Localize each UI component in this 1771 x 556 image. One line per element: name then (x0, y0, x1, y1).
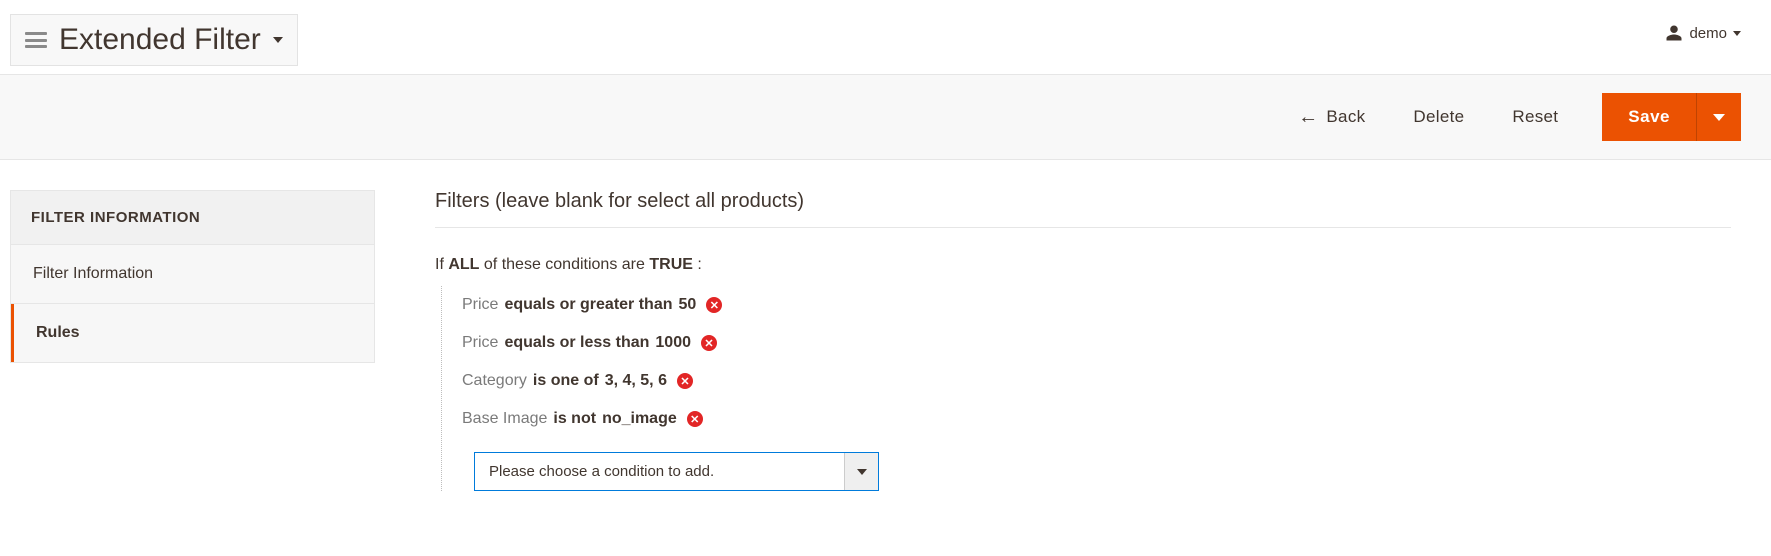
hamburger-icon (25, 32, 47, 48)
remove-condition-icon[interactable]: ✕ (677, 373, 693, 389)
reset-button[interactable]: Reset (1508, 99, 1562, 135)
section-title: Filters (leave blank for select all prod… (435, 190, 1731, 228)
remove-condition-icon[interactable]: ✕ (687, 411, 703, 427)
side-nav-label: Filter Information (33, 265, 153, 282)
condition-root: If ALL of these conditions are TRUE : (435, 256, 1731, 274)
condition-value[interactable]: 50 (679, 296, 697, 314)
add-condition-select[interactable]: Please choose a condition to add. (474, 452, 879, 491)
condition-attribute[interactable]: Price (462, 334, 498, 352)
arrow-left-icon: ← (1298, 107, 1318, 127)
user-icon (1665, 24, 1683, 42)
condition-attribute[interactable]: Category (462, 372, 527, 390)
caret-down-icon (273, 37, 283, 43)
condition-row: Base Image is not no_image ✕ (462, 400, 1731, 438)
page-title-dropdown[interactable]: Extended Filter (10, 14, 298, 66)
condition-operator[interactable]: is not (553, 410, 596, 428)
select-dropdown-button[interactable] (844, 453, 878, 490)
condition-row: Price equals or greater than 50 ✕ (462, 286, 1731, 324)
add-condition-placeholder: Please choose a condition to add. (475, 453, 844, 490)
triangle-down-icon (857, 469, 867, 475)
condition-operator[interactable]: equals or less than (504, 334, 649, 352)
side-nav-label: Rules (36, 324, 80, 341)
save-button[interactable]: Save (1602, 93, 1696, 141)
condition-attribute[interactable]: Base Image (462, 410, 547, 428)
caret-down-icon (1733, 31, 1741, 36)
aggregator-link[interactable]: ALL (448, 256, 479, 273)
condition-tree: Price equals or greater than 50 ✕ Price … (441, 286, 1731, 491)
condition-row: Category is one of 3, 4, 5, 6 ✕ (462, 362, 1731, 400)
condition-operator[interactable]: is one of (533, 372, 599, 390)
side-nav: FILTER INFORMATION Filter Information Ru… (10, 190, 375, 363)
condition-value[interactable]: 3, 4, 5, 6 (605, 372, 667, 390)
condition-attribute[interactable]: Price (462, 296, 498, 314)
side-nav-filter-information[interactable]: Filter Information (11, 245, 374, 304)
main-panel: Filters (leave blank for select all prod… (435, 190, 1761, 491)
remove-condition-icon[interactable]: ✕ (701, 335, 717, 351)
account-menu[interactable]: demo (1665, 24, 1741, 42)
condition-operator[interactable]: equals or greater than (504, 296, 672, 314)
save-dropdown-button[interactable] (1696, 93, 1741, 141)
condition-row: Price equals or less than 1000 ✕ (462, 324, 1731, 362)
value-bool-link[interactable]: TRUE (649, 256, 693, 273)
back-button[interactable]: ← Back (1294, 99, 1369, 135)
delete-button[interactable]: Delete (1409, 99, 1468, 135)
account-name: demo (1689, 25, 1727, 42)
remove-condition-icon[interactable]: ✕ (706, 297, 722, 313)
condition-value[interactable]: 1000 (655, 334, 691, 352)
triangle-down-icon (1713, 114, 1725, 121)
side-nav-heading: FILTER INFORMATION (11, 191, 374, 245)
back-label: Back (1326, 107, 1365, 127)
side-nav-rules[interactable]: Rules (11, 304, 374, 362)
page-title: Extended Filter (59, 23, 261, 57)
action-toolbar: ← Back Delete Reset Save (0, 74, 1771, 160)
condition-value[interactable]: no_image (602, 410, 677, 428)
